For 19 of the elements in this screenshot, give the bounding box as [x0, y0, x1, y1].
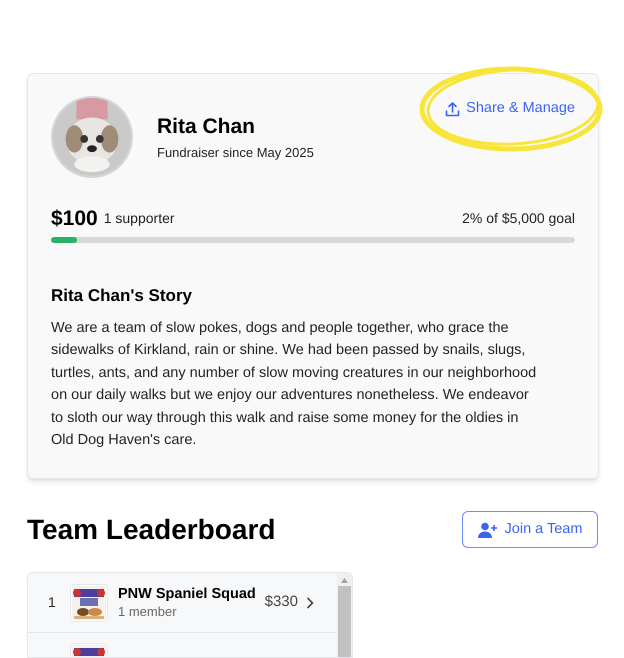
raised-amount: $100 — [51, 208, 98, 229]
goal-percentage: 2% of $5,000 goal — [462, 209, 575, 228]
scroll-up-icon[interactable] — [341, 578, 348, 583]
team-name: PNW Spaniel Squad — [118, 585, 256, 603]
team-members: 1 member — [118, 603, 178, 620]
story-text: We are a team of slow pokes, dogs and people together, who grace the sidewalks of Kirkland, rain or shine. We had been passed by snails, slugs, turtles, ants, and any number of slow moving creatures in our neighborhood on our daily walks but we enjoy our adventures nonetheless. We endeavor to sloth our way through this walk and raise some money for the oldies in Old Dog Haven's care. — [51, 318, 538, 450]
story-title: Rita Chan's Story — [51, 285, 194, 307]
team-rank: 1 — [48, 593, 57, 612]
leaderboard-title: Team Leaderboard — [27, 513, 276, 547]
team-amount: $330 — [264, 592, 298, 612]
scrollbar[interactable] — [337, 573, 352, 657]
fundraiser-since: Fundraiser since May 2025 — [157, 144, 314, 162]
share-icon — [445, 100, 460, 117]
join-team-button[interactable]: Join a Team — [462, 511, 598, 548]
fundraiser-name: Rita Chan — [157, 114, 256, 140]
scrollbar-thumb[interactable] — [338, 586, 351, 657]
chevron-right-icon — [306, 596, 314, 608]
add-user-icon — [478, 522, 498, 538]
supporter-count: 1 supporter — [104, 209, 175, 228]
